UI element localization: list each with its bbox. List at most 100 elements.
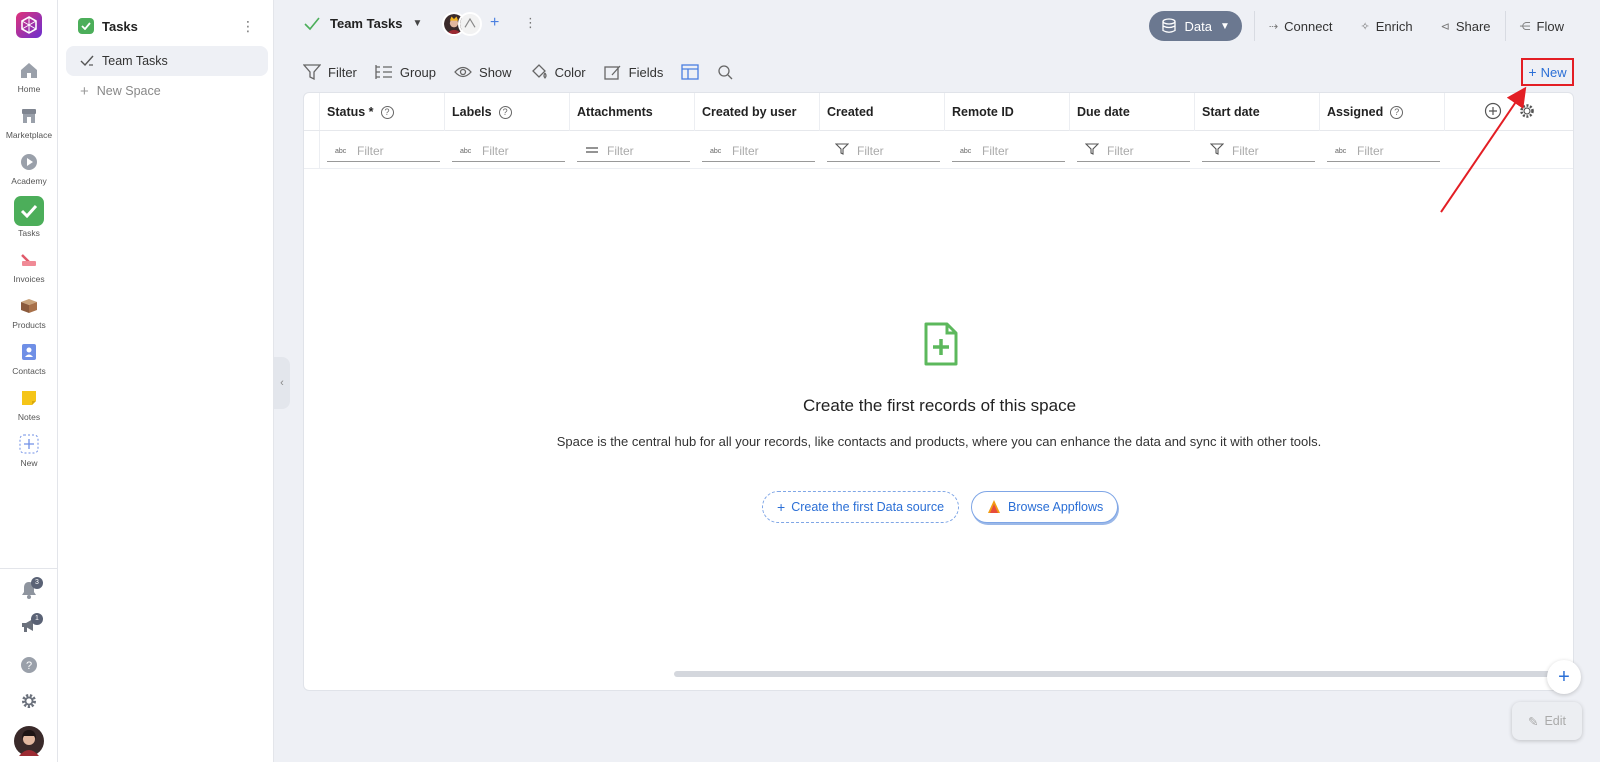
space-more-icon[interactable]: ⋮ <box>524 15 537 31</box>
browse-appflows-label: Browse Appflows <box>1008 500 1104 514</box>
connect-button[interactable]: ⇢ Connect <box>1255 11 1347 41</box>
column-header[interactable]: Attachments <box>570 93 695 131</box>
add-file-icon <box>924 322 958 366</box>
column-header[interactable]: Status *? <box>320 93 445 131</box>
column-header-label: Remote ID <box>952 105 1014 119</box>
column-filter-input[interactable]: abc Filter <box>452 140 565 162</box>
announcements-button[interactable]: 1 <box>0 613 58 637</box>
caret-down-icon: ▼ <box>412 18 423 29</box>
app-logo-icon[interactable] <box>16 12 42 38</box>
notifications-button[interactable]: 3 <box>0 577 58 603</box>
show-button[interactable]: Show <box>454 65 512 80</box>
filter-cell: abc Filter <box>1320 131 1445 169</box>
rail-item-invoices[interactable]: Invoices <box>0 248 58 284</box>
horizontal-scrollbar[interactable] <box>674 671 1554 677</box>
show-label: Show <box>479 64 512 80</box>
space-switcher[interactable]: Team Tasks ▼ <box>304 16 422 31</box>
funnel-icon <box>1209 143 1225 158</box>
create-data-source-button[interactable]: + Create the first Data source <box>762 491 960 523</box>
gear-icon[interactable] <box>1518 102 1536 120</box>
column-filter-input[interactable]: Filter <box>577 140 690 162</box>
space-members[interactable] <box>442 12 482 36</box>
sparkle-icon: ✧ <box>1360 20 1370 33</box>
database-icon <box>1161 18 1176 33</box>
rail-item-new[interactable]: New <box>0 432 58 468</box>
color-button[interactable]: Color <box>530 64 586 80</box>
help-icon[interactable]: ? <box>1390 105 1404 119</box>
filter-cell: abc Filter <box>945 131 1070 169</box>
rail-item-marketplace[interactable]: Marketplace <box>0 104 58 140</box>
browse-appflows-button[interactable]: Browse Appflows <box>971 491 1119 523</box>
column-filter-input[interactable]: Filter <box>1202 140 1315 162</box>
column-filter-input[interactable]: Filter <box>827 140 940 162</box>
group-label: Group <box>399 64 437 80</box>
column-header-label: Status * <box>327 105 374 119</box>
search-button[interactable] <box>717 64 733 80</box>
abc-icon: abc <box>335 144 349 158</box>
rail-item-tasks[interactable]: Tasks <box>0 196 58 238</box>
group-button[interactable]: Group <box>375 64 436 80</box>
add-column-icon[interactable] <box>1484 102 1502 120</box>
column-header[interactable]: Due date <box>1070 93 1195 131</box>
sidebar-collapse-handle[interactable]: ‹ <box>274 357 290 409</box>
column-filter-input[interactable]: abc Filter <box>702 140 815 162</box>
sidebar-item-team-tasks[interactable]: Team Tasks <box>66 46 268 76</box>
add-dashed-icon <box>17 432 41 456</box>
column-header[interactable]: Remote ID <box>945 93 1070 131</box>
add-member-button[interactable]: + <box>490 14 499 32</box>
funnel-icon <box>303 64 321 80</box>
chevron-left-icon: ‹ <box>280 377 284 389</box>
add-floating-button[interactable]: + <box>1547 660 1581 694</box>
rail-item-notes[interactable]: Notes <box>0 386 58 422</box>
top-actions: Data ▼ ⇢ Connect ✧ Enrich ⊲ Share ⋲ Flow <box>1148 11 1578 41</box>
rail-item-academy[interactable]: Academy <box>0 150 58 186</box>
filter-placeholder: Filter <box>1357 143 1384 158</box>
column-header[interactable]: Assigned? <box>1320 93 1445 131</box>
note-icon <box>17 386 41 410</box>
filter-button[interactable]: Filter <box>303 64 357 80</box>
filter-cell: abc Filter <box>320 131 445 169</box>
column-filter-input[interactable]: abc Filter <box>1327 140 1440 162</box>
sidebar-more-icon[interactable]: ⋮ <box>241 18 255 35</box>
rail-item-home[interactable]: Home <box>0 58 58 94</box>
help-icon[interactable]: ? <box>498 105 512 119</box>
layout-button[interactable] <box>681 64 699 80</box>
help-button[interactable]: ? <box>0 656 58 677</box>
pencil-icon: ✎ <box>1527 714 1539 729</box>
rail-item-contacts[interactable]: Contacts <box>0 340 58 376</box>
empty-state-heading: Create the first records of this space <box>802 396 1077 415</box>
column-header[interactable]: Created <box>820 93 945 131</box>
column-header-label: Attachments <box>577 105 653 119</box>
contact-card-icon <box>17 340 41 364</box>
column-header[interactable]: Labels? <box>445 93 570 131</box>
settings-button[interactable] <box>0 692 58 713</box>
share-button[interactable]: ⊲ Share <box>1427 11 1505 41</box>
column-header[interactable]: Start date <box>1195 93 1320 131</box>
connect-icon: ⇢ <box>1268 20 1279 33</box>
flow-label: Flow <box>1536 18 1564 34</box>
column-header-label: Created <box>827 105 874 119</box>
app-rail: Home Marketplace Academy Tasks Invoices … <box>0 0 58 762</box>
enrich-button[interactable]: ✧ Enrich <box>1347 11 1427 41</box>
rail-item-products[interactable]: Products <box>0 294 58 330</box>
column-filter-input[interactable]: Filter <box>1077 140 1190 162</box>
column-filter-input[interactable]: abc Filter <box>952 140 1065 162</box>
play-icon <box>17 150 41 174</box>
spaces-sidebar: Tasks ⋮ Team Tasks + New Space <box>58 0 274 762</box>
new-record-button[interactable]: + New <box>1521 58 1574 86</box>
data-button[interactable]: Data ▼ <box>1148 11 1242 41</box>
fields-icon <box>603 65 621 80</box>
flow-button[interactable]: ⋲ Flow <box>1506 11 1578 41</box>
user-avatar[interactable] <box>0 726 58 759</box>
column-filter-input[interactable]: abc Filter <box>327 140 440 162</box>
tasks-icon <box>14 196 44 226</box>
filter-cell: Filter <box>820 131 945 169</box>
edit-button[interactable]: ✎ Edit <box>1512 702 1582 740</box>
filter-cell: Filter <box>1070 131 1195 169</box>
help-icon[interactable]: ? <box>380 105 394 119</box>
sidebar-item-new-space[interactable]: + New Space <box>66 76 268 106</box>
fields-button[interactable]: Fields <box>603 64 663 80</box>
sidebar-item-label: Team Tasks <box>102 54 168 68</box>
column-header[interactable]: Created by user <box>695 93 820 131</box>
column-header-label: Due date <box>1077 105 1130 119</box>
